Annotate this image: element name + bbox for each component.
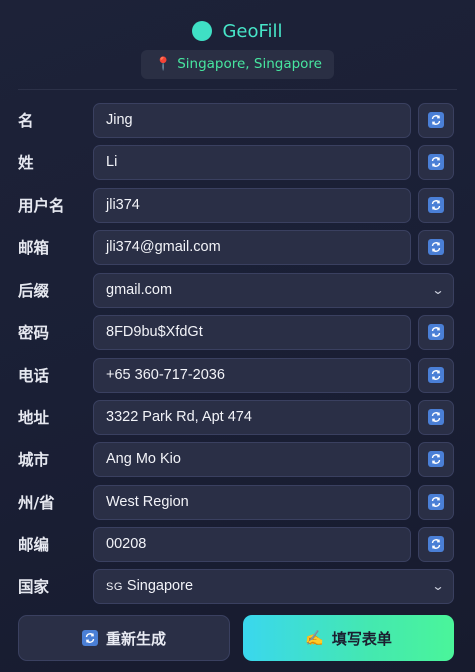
refresh-first-name-button[interactable] — [418, 102, 454, 138]
location-text: Singapore, Singapore — [177, 56, 322, 72]
field-label: 名 — [18, 112, 34, 130]
field-value: Li — [106, 154, 118, 170]
row-first-name: 名 Jing — [0, 102, 475, 138]
refresh-address-button[interactable] — [418, 399, 454, 435]
field-value: Jing — [106, 112, 133, 128]
refresh-email-button[interactable] — [418, 229, 454, 265]
suffix-select[interactable]: gmail.com ⌄ — [93, 272, 454, 308]
refresh-icon — [81, 630, 98, 646]
field-value: Singapore — [126, 578, 194, 594]
address-input[interactable]: 3322 Park Rd, Apt 474 — [93, 399, 411, 435]
row-city: 城市 Ang Mo Kio — [0, 441, 475, 477]
regenerate-button[interactable]: 重新生成 — [18, 615, 230, 661]
refresh-last-name-button[interactable] — [418, 144, 454, 180]
first-name-input[interactable]: Jing — [93, 102, 411, 138]
row-country: 国家 SG Singapore ⌄ — [0, 568, 475, 604]
refresh-icon — [428, 409, 444, 425]
field-value: +65 360-717-2036 — [106, 367, 225, 383]
field-label: 用户名 — [18, 197, 65, 215]
refresh-icon — [428, 112, 444, 128]
field-label: 邮编 — [18, 536, 50, 554]
refresh-icon — [428, 324, 444, 340]
field-value: 3322 Park Rd, Apt 474 — [106, 409, 252, 425]
last-name-input[interactable]: Li — [93, 144, 411, 180]
field-label: 姓 — [18, 154, 34, 172]
row-email: 邮箱 jli374@gmail.com — [0, 229, 475, 265]
fill-form-button[interactable]: ✍️ 填写表单 — [243, 615, 454, 661]
state-input[interactable]: West Region — [93, 484, 411, 520]
refresh-icon — [428, 197, 444, 213]
username-input[interactable]: jli374 — [93, 187, 411, 223]
field-value: jli374 — [106, 197, 140, 213]
chevron-down-icon: ⌄ — [431, 579, 445, 593]
row-last-name: 姓 Li — [0, 144, 475, 180]
row-zip: 邮编 00208 — [0, 526, 475, 562]
field-label: 邮箱 — [18, 239, 50, 257]
header-divider — [18, 89, 457, 90]
field-value: West Region — [106, 494, 189, 510]
app-title: GeoFill — [222, 20, 283, 42]
row-suffix: 后缀 gmail.com ⌄ — [0, 272, 475, 308]
field-label: 后缀 — [18, 282, 50, 300]
refresh-icon — [428, 154, 444, 170]
refresh-icon — [428, 536, 444, 552]
writing-hand-icon: ✍️ — [305, 629, 324, 647]
map-pin-icon: 📍 — [155, 56, 172, 72]
fill-form-label: 填写表单 — [331, 629, 392, 648]
row-state: 州/省 West Region — [0, 484, 475, 520]
field-label: 密码 — [18, 324, 50, 342]
refresh-phone-button[interactable] — [418, 357, 454, 393]
refresh-username-button[interactable] — [418, 187, 454, 223]
row-phone: 电话 +65 360-717-2036 — [0, 357, 475, 393]
logo-icon — [192, 21, 213, 41]
row-address: 地址 3322 Park Rd, Apt 474 — [0, 399, 475, 435]
field-value: Ang Mo Kio — [106, 451, 181, 467]
refresh-icon — [428, 367, 444, 383]
field-label: 电话 — [18, 367, 50, 385]
phone-input[interactable]: +65 360-717-2036 — [93, 357, 411, 393]
refresh-zip-button[interactable] — [418, 526, 454, 562]
regenerate-label: 重新生成 — [105, 629, 166, 648]
refresh-icon — [428, 451, 444, 467]
field-label: 州/省 — [18, 494, 55, 512]
field-value: 8FD9bu$XfdGt — [106, 324, 203, 340]
field-value: 00208 — [106, 536, 147, 552]
location-badge: 📍 Singapore, Singapore — [141, 50, 334, 79]
chevron-down-icon: ⌄ — [431, 283, 445, 297]
field-label: 国家 — [18, 578, 50, 596]
country-select[interactable]: SG Singapore ⌄ — [93, 568, 454, 604]
field-value: jli374@gmail.com — [106, 239, 221, 255]
app-header: GeoFill — [0, 0, 475, 46]
refresh-icon — [428, 494, 444, 510]
field-label: 地址 — [18, 409, 50, 427]
refresh-icon — [428, 239, 444, 255]
email-input[interactable]: jli374@gmail.com — [93, 229, 411, 265]
field-value: gmail.com — [106, 282, 173, 298]
refresh-city-button[interactable] — [418, 441, 454, 477]
flag-icon: SG — [106, 581, 123, 593]
refresh-state-button[interactable] — [418, 484, 454, 520]
row-password: 密码 8FD9bu$XfdGt — [0, 314, 475, 350]
zip-input[interactable]: 00208 — [93, 526, 411, 562]
password-input[interactable]: 8FD9bu$XfdGt — [93, 314, 411, 350]
country-value: SG Singapore — [106, 578, 193, 594]
refresh-password-button[interactable] — [418, 314, 454, 350]
city-input[interactable]: Ang Mo Kio — [93, 441, 411, 477]
row-username: 用户名 jli374 — [0, 187, 475, 223]
field-label: 城市 — [18, 451, 50, 469]
action-bar: 重新生成 ✍️ 填写表单 — [18, 615, 454, 661]
